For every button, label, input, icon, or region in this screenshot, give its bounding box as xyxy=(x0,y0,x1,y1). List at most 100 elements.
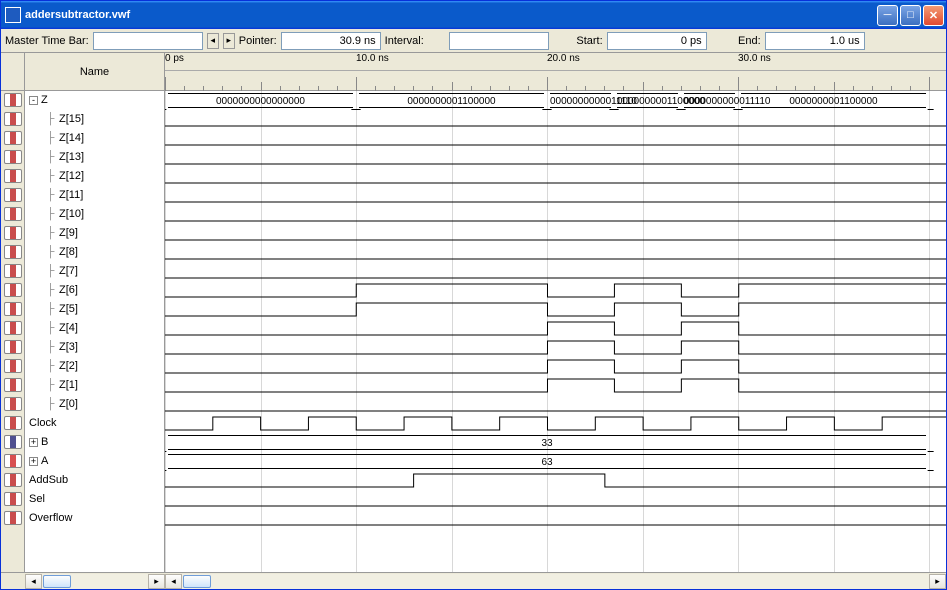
signal-row[interactable]: ├Z[10] xyxy=(25,205,164,224)
titlebar[interactable]: addersubtractor.vwf ─ □ ✕ xyxy=(1,1,946,29)
signal-icon[interactable] xyxy=(4,340,22,354)
signal-icon[interactable] xyxy=(4,169,22,183)
signal-row[interactable]: Sel xyxy=(25,490,164,509)
signal-icon[interactable] xyxy=(4,283,22,297)
signal-name: Z[7] xyxy=(59,265,78,277)
signal-row[interactable]: Clock xyxy=(25,414,164,433)
bus-value: 0000000000000000 xyxy=(168,96,353,107)
signal-row[interactable]: +B xyxy=(25,433,164,452)
time-prev-button[interactable]: ◂ xyxy=(207,33,219,49)
time-next-button[interactable]: ▸ xyxy=(223,33,235,49)
waveform-column: 0 ps10.0 ns20.0 ns30.0 ns 00000000000000… xyxy=(165,53,946,572)
waveform-bus: 0000000000000000 0000000001100000 00000000… xyxy=(165,91,946,110)
signal-row[interactable]: ├Z[4] xyxy=(25,319,164,338)
name-scroll-thumb[interactable] xyxy=(43,575,71,588)
master-time-field[interactable] xyxy=(93,32,203,50)
signal-icon[interactable] xyxy=(4,397,22,411)
bus-value: 0000000000011110 xyxy=(550,96,611,107)
signal-icon[interactable] xyxy=(4,264,22,278)
signal-row[interactable]: ├Z[8] xyxy=(25,243,164,262)
signal-icon[interactable] xyxy=(4,131,22,145)
signal-icon[interactable] xyxy=(4,435,22,449)
signal-row[interactable]: ├Z[12] xyxy=(25,167,164,186)
name-scroll-left[interactable]: ◂ xyxy=(25,574,42,589)
signal-row[interactable]: Overflow xyxy=(25,509,164,528)
waveform-bit xyxy=(165,205,946,224)
signal-row[interactable]: ├Z[1] xyxy=(25,376,164,395)
signal-icon[interactable] xyxy=(4,454,22,468)
name-scroll-right[interactable]: ▸ xyxy=(148,574,165,589)
signal-row[interactable]: ├Z[7] xyxy=(25,262,164,281)
signal-icon[interactable] xyxy=(4,226,22,240)
signal-row[interactable]: ├Z[6] xyxy=(25,281,164,300)
pointer-field[interactable]: 30.9 ns xyxy=(281,32,381,50)
close-button[interactable]: ✕ xyxy=(923,5,944,26)
signal-name: Z[1] xyxy=(59,379,78,391)
waveform-bit xyxy=(165,262,946,281)
signal-row[interactable]: +A xyxy=(25,452,164,471)
waveform-bit xyxy=(165,376,946,395)
tree-toggle[interactable]: - xyxy=(29,96,38,105)
signal-row[interactable]: -Z xyxy=(25,91,164,110)
minimize-button[interactable]: ─ xyxy=(877,5,898,26)
signal-icon[interactable] xyxy=(4,473,22,487)
signal-icon[interactable] xyxy=(4,207,22,221)
signal-icon[interactable] xyxy=(4,321,22,335)
signal-row[interactable]: ├Z[15] xyxy=(25,110,164,129)
time-ruler[interactable]: 0 ps10.0 ns20.0 ns30.0 ns xyxy=(165,53,946,91)
signal-name: Z[4] xyxy=(59,322,78,334)
bus-value: 0000000001100000 xyxy=(741,96,926,107)
ruler-tick: 30.0 ns xyxy=(738,53,771,64)
tree-toggle[interactable]: + xyxy=(29,438,38,447)
waveform-bit xyxy=(165,338,946,357)
waveform-bus: 33 xyxy=(165,433,946,452)
signal-row[interactable]: ├Z[14] xyxy=(25,129,164,148)
maximize-button[interactable]: □ xyxy=(900,5,921,26)
signal-name: Z[0] xyxy=(59,398,78,410)
signal-icon[interactable] xyxy=(4,511,22,525)
signal-row[interactable]: AddSub xyxy=(25,471,164,490)
signal-icon[interactable] xyxy=(4,93,22,107)
signal-icon[interactable] xyxy=(4,302,22,316)
wave-scroll-right[interactable]: ▸ xyxy=(929,574,946,589)
signal-row[interactable]: ├Z[0] xyxy=(25,395,164,414)
signal-row[interactable]: ├Z[13] xyxy=(25,148,164,167)
signal-icon[interactable] xyxy=(4,245,22,259)
signal-name: Z[11] xyxy=(59,189,83,201)
start-field[interactable]: 0 ps xyxy=(607,32,707,50)
waveform-bus: 63 xyxy=(165,452,946,471)
signal-name: Z[5] xyxy=(59,303,78,315)
bus-value: 33 xyxy=(168,438,926,449)
signal-icon[interactable] xyxy=(4,359,22,373)
signal-name: Z[14] xyxy=(59,132,84,144)
ruler-tick: 0 ps xyxy=(165,53,184,64)
master-time-label: Master Time Bar: xyxy=(5,35,89,47)
window-title: addersubtractor.vwf xyxy=(25,9,877,21)
waveform-bit xyxy=(165,471,946,490)
interval-field[interactable] xyxy=(449,32,549,50)
signal-icon[interactable] xyxy=(4,112,22,126)
signal-row[interactable]: ├Z[5] xyxy=(25,300,164,319)
pointer-label: Pointer: xyxy=(239,35,277,47)
wave-scroll-left[interactable]: ◂ xyxy=(165,574,182,589)
icon-column xyxy=(1,53,25,572)
end-field[interactable]: 1.0 us xyxy=(765,32,865,50)
signal-icon[interactable] xyxy=(4,378,22,392)
signal-icon[interactable] xyxy=(4,416,22,430)
signal-row[interactable]: ├Z[3] xyxy=(25,338,164,357)
tree-toggle[interactable]: + xyxy=(29,457,38,466)
signal-icon[interactable] xyxy=(4,492,22,506)
signal-name: B xyxy=(41,436,48,448)
ruler-tick: 10.0 ns xyxy=(356,53,389,64)
signal-icon[interactable] xyxy=(4,150,22,164)
signal-row[interactable]: ├Z[2] xyxy=(25,357,164,376)
signal-row[interactable]: ├Z[11] xyxy=(25,186,164,205)
signal-icon[interactable] xyxy=(4,188,22,202)
waveform-bit xyxy=(165,148,946,167)
waveform-area[interactable]: 0000000000000000 0000000001100000 00000000… xyxy=(165,91,946,572)
waveform-bit xyxy=(165,319,946,338)
interval-label: Interval: xyxy=(385,35,445,47)
signal-row[interactable]: ├Z[9] xyxy=(25,224,164,243)
waveform-bit xyxy=(165,490,946,509)
wave-scroll-thumb[interactable] xyxy=(183,575,211,588)
